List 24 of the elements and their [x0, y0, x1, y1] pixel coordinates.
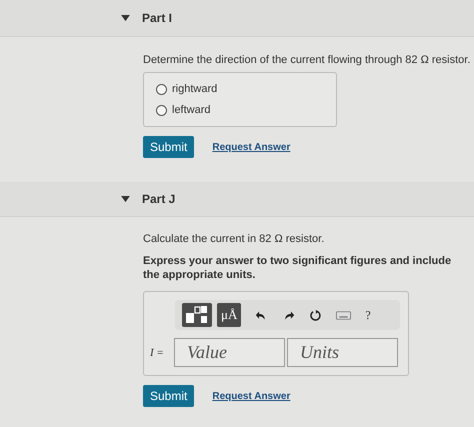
submit-button[interactable]: Submit — [143, 385, 194, 407]
template-icon — [186, 306, 208, 324]
caret-icon[interactable] — [121, 196, 130, 202]
radio-button[interactable] — [156, 84, 167, 94]
reset-icon[interactable] — [309, 308, 322, 322]
part-title: Part J — [142, 192, 176, 206]
keyboard-icon[interactable] — [336, 310, 352, 320]
template-button[interactable] — [182, 303, 212, 327]
value-field[interactable]: Value — [174, 338, 285, 367]
radio-button[interactable] — [156, 104, 167, 116]
instruction-text: Express your answer to two significant figures and include the appropriate units. — [143, 254, 452, 282]
caret-icon[interactable] — [121, 14, 130, 22]
request-answer-link[interactable]: Request Answer — [212, 390, 290, 402]
units-button[interactable]: μÅ — [217, 303, 242, 327]
option-label: leftward — [172, 104, 211, 116]
request-answer-link[interactable]: Request Answer — [212, 142, 290, 152]
units-field[interactable]: Units — [287, 338, 398, 367]
help-button[interactable]: ? — [365, 308, 371, 322]
variable-label: I = — [150, 346, 165, 358]
option-label: rightward — [172, 83, 218, 95]
submit-button[interactable]: Submit — [143, 136, 194, 158]
question-text: Calculate the current in 82 Ω resistor. — [143, 233, 326, 245]
part-title: Part I — [142, 11, 172, 25]
question-text: Determine the direction of the current flowing through 82 Ω resistor. — [143, 54, 472, 66]
